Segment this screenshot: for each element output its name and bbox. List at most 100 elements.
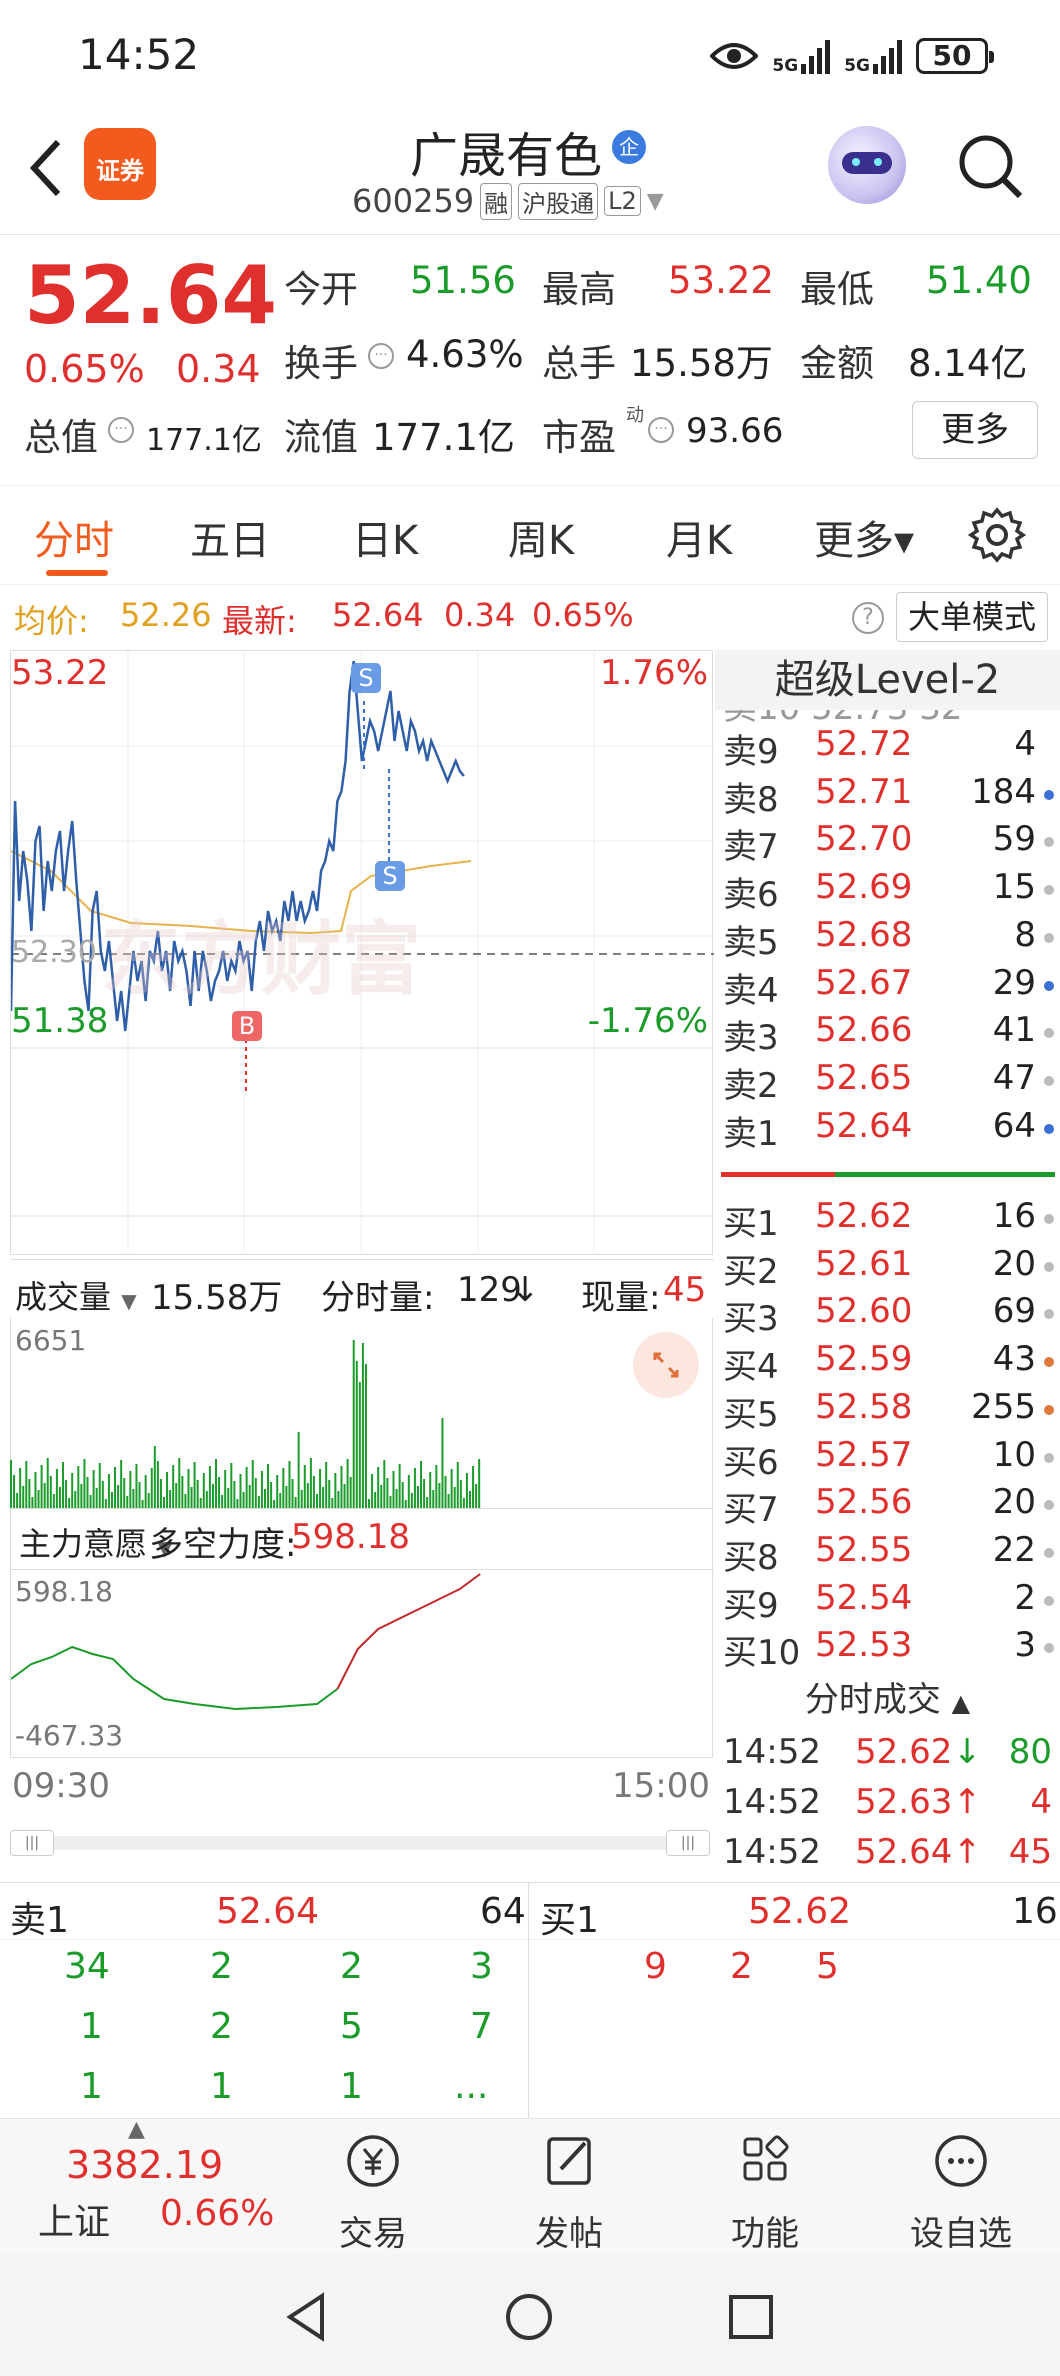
tab-intraday[interactable]: 分时 — [34, 508, 114, 566]
post-button[interactable]: 发帖 — [504, 2131, 634, 2255]
ask-row[interactable]: 卖6 52.69 15 — [715, 867, 1060, 915]
current-volume-label: 现量: — [581, 1278, 661, 1318]
bid-volume: 16 — [992, 1196, 1036, 1236]
trade-button[interactable]: 交易 — [308, 2131, 438, 2255]
ask-level: 卖6 — [723, 875, 779, 916]
bid-row[interactable]: 买5 52.58 255 — [715, 1387, 1060, 1435]
time-scrollbar[interactable]: ||| ||| — [10, 1830, 710, 1856]
ask-row[interactable]: 卖3 52.66 41 — [715, 1010, 1060, 1058]
indicator-name: 多空力度: — [149, 1525, 297, 1565]
margin-tag: 融 — [480, 182, 513, 220]
level2-title[interactable]: 超级Level-2 — [715, 650, 1060, 710]
queue-bid-price: 52.62 — [748, 1891, 852, 1932]
function-button[interactable]: 功能 — [700, 2131, 830, 2255]
more-button[interactable]: 更多 — [912, 401, 1038, 459]
queue-ask-item: 5 — [340, 2006, 363, 2047]
scroll-handle-left[interactable]: ||| — [10, 1830, 54, 1856]
bid-row[interactable]: 买6 52.57 10 — [715, 1435, 1060, 1483]
sell-marker[interactable]: S — [351, 663, 381, 693]
ask-row[interactable]: 卖8 52.71 184 — [715, 772, 1060, 820]
dropdown-icon[interactable]: ▼ — [647, 189, 664, 214]
last-label: 最新: — [222, 602, 297, 640]
enterprise-badge: 企 — [612, 130, 646, 164]
pe-label: 市盈 — [542, 416, 616, 459]
index-value[interactable]: 3382.19 — [66, 2143, 223, 2187]
bid-row[interactable]: 买4 52.59 43 — [715, 1339, 1060, 1387]
ask-row[interactable]: 卖7 52.70 59 — [715, 819, 1060, 867]
tab-daily-k[interactable]: 日K — [352, 508, 418, 566]
more-dots-icon — [935, 2135, 987, 2187]
ask-volume: 184 — [971, 771, 1036, 812]
bid-row[interactable]: 买10 52.53 3 — [715, 1625, 1060, 1673]
eye-icon — [710, 43, 759, 69]
order-dot-icon — [1044, 837, 1054, 848]
queue-ask-vol: 64 — [480, 1891, 526, 1932]
nav-back-icon[interactable] — [284, 2292, 328, 2342]
tab-monthly-k[interactable]: 月K — [666, 508, 732, 566]
ask-row[interactable]: 卖9 52.72 4 — [715, 724, 1060, 772]
trades-title[interactable]: 分时成交 ▲ — [715, 1672, 1060, 1728]
bid-volume: 2 — [1014, 1577, 1036, 1618]
collapse-up-icon[interactable]: ▲ — [128, 2117, 145, 2142]
info-icon[interactable]: ··· — [648, 417, 674, 443]
ask-price: 52.68 — [815, 914, 913, 955]
intraday-chart[interactable]: 53.22 1.76% 51.38 -1.76% 52.30 东方财富 B S … — [10, 650, 714, 1318]
bid-level: 买6 — [723, 1442, 779, 1483]
help-icon[interactable]: ? — [852, 602, 884, 634]
index-name: 上证 — [38, 2202, 111, 2243]
add-watchlist-button[interactable]: 设自选 — [896, 2131, 1026, 2255]
ask-level: 卖8 — [723, 779, 779, 820]
tab-more[interactable]: 更多▾ — [814, 508, 914, 566]
bid-price: 52.61 — [815, 1243, 913, 1284]
order-dot-icon — [1044, 1500, 1054, 1511]
trade-time: 14:52 — [723, 1782, 821, 1822]
bid-price: 52.57 — [815, 1434, 913, 1475]
back-icon[interactable] — [28, 138, 64, 198]
bid-level: 买10 — [723, 1633, 801, 1674]
tab-5day[interactable]: 五日 — [190, 508, 270, 566]
ask-level: 卖5 — [723, 922, 779, 963]
nav-home-icon[interactable] — [504, 2292, 554, 2342]
search-icon[interactable] — [956, 132, 1026, 202]
big-order-mode-button[interactable]: 大单模式 — [896, 592, 1048, 642]
sell-marker[interactable]: S — [375, 861, 405, 891]
status-bar: 14:52 5G 5G 50 — [0, 0, 1060, 110]
stock-header: 证券 广晟有色 企 600259 融 沪股通 L2 ▼ — [0, 110, 1060, 235]
ask-row[interactable]: 卖2 52.65 47 — [715, 1058, 1060, 1106]
trade-row: 14:52 52.64 ↑ 45 — [715, 1828, 1060, 1878]
tab-weekly-k[interactable]: 周K — [508, 508, 574, 566]
order-dot-icon — [1044, 1547, 1054, 1558]
nav-recents-icon[interactable] — [728, 2294, 774, 2340]
connect-tag: 沪股通 — [518, 182, 599, 220]
volume-total: 15.58万 — [151, 1278, 283, 1318]
low-label: 最低 — [800, 268, 874, 311]
scroll-handle-right[interactable]: ||| — [666, 1830, 710, 1856]
bid-row[interactable]: 买2 52.61 20 — [715, 1244, 1060, 1292]
buy-marker[interactable]: B — [232, 1011, 262, 1041]
ask-volume: 4 — [1014, 724, 1036, 764]
bid-row[interactable]: 买3 52.60 69 — [715, 1291, 1060, 1339]
ask-row[interactable]: 卖4 52.67 29 — [715, 963, 1060, 1011]
bid-level: 买4 — [723, 1347, 779, 1388]
bid-row[interactable]: 买8 52.55 22 — [715, 1530, 1060, 1578]
ask-volume: 64 — [992, 1105, 1036, 1146]
trade-direction: ↑ — [953, 1782, 982, 1822]
volume-selector[interactable]: 成交量 ▼ — [15, 1272, 137, 1318]
info-icon[interactable]: ··· — [108, 417, 134, 443]
bid-volume: 69 — [992, 1291, 1036, 1332]
avg-value: 52.26 — [120, 596, 212, 634]
mid-price-label: 52.30 — [11, 935, 97, 970]
bid-row[interactable]: 买9 52.54 2 — [715, 1578, 1060, 1626]
ask-row[interactable]: 卖1 52.64 64 — [715, 1106, 1060, 1154]
last-price: 52.64 — [24, 249, 278, 342]
securities-logo[interactable]: 证券 — [84, 128, 156, 200]
ask-row[interactable]: 卖5 52.68 8 — [715, 915, 1060, 963]
pe-value: 93.66 — [686, 411, 784, 451]
info-icon[interactable]: ··· — [368, 343, 394, 369]
bid-row[interactable]: 买7 52.56 20 — [715, 1482, 1060, 1530]
bid-row[interactable]: 买1 52.62 16 — [715, 1196, 1060, 1244]
ask-price: 52.70 — [815, 819, 913, 860]
settings-gear-icon[interactable] — [968, 506, 1026, 564]
robot-avatar[interactable] — [828, 126, 906, 204]
avg-label: 均价: — [14, 602, 89, 640]
